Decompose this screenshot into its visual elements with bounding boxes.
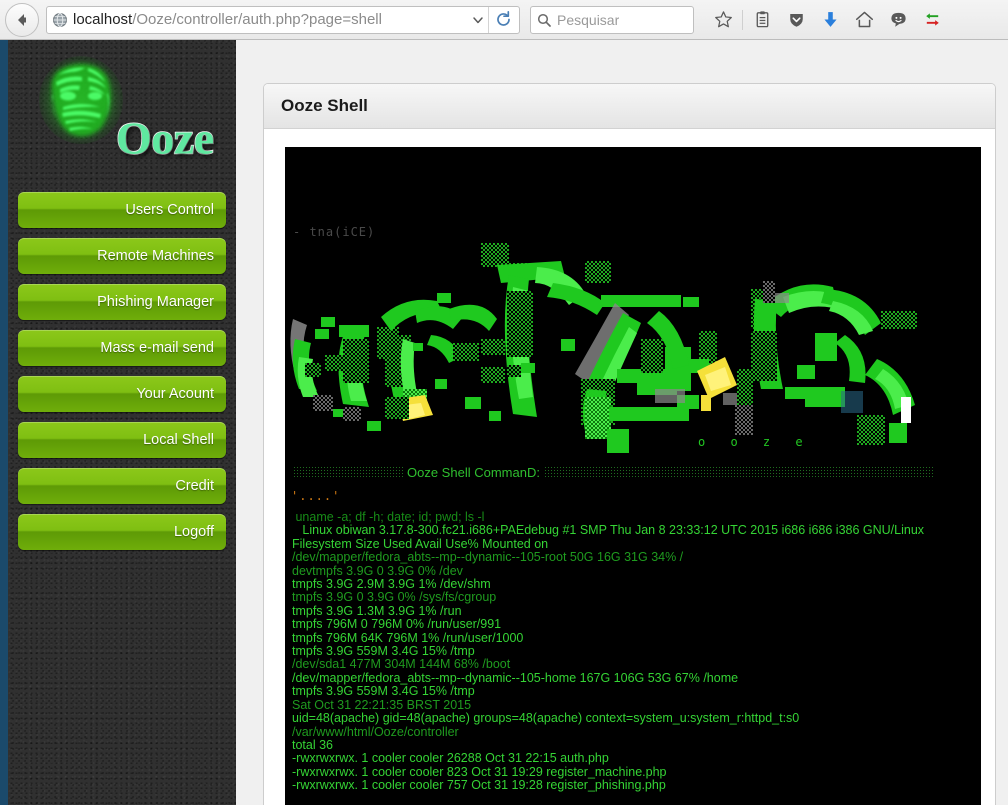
shield-glyph (787, 10, 806, 29)
home-glyph (855, 10, 874, 29)
download-arrow-glyph (821, 10, 840, 29)
shell-output-line: /dev/sda1 477M 304M 144M 68% /boot (292, 658, 977, 671)
ooze-shell-panel: Ooze Shell - tna(iCE) (263, 83, 996, 805)
main-content: Ooze Shell - tna(iCE) (236, 40, 1008, 805)
home-icon[interactable] (847, 3, 881, 37)
prompt-cursor-marker: '....' (291, 489, 340, 503)
shell-output-line: tmpfs 3.9G 559M 3.4G 15% /tmp (292, 645, 977, 658)
search-input-placeholder: Pesquisar (557, 12, 619, 28)
reading-list-icon[interactable] (745, 3, 779, 37)
shell-output-line: -rwxrwxrwx. 1 cooler cooler 26288 Oct 31… (292, 752, 977, 765)
chevron-down-icon (471, 13, 485, 27)
panel-body: - tna(iCE) (264, 129, 995, 805)
shell-output-line: Linux obiwan 3.17.8-300.fc21.i686+PAEdeb… (292, 524, 977, 537)
shell-command-prompt[interactable]: Ooze Shell CommanD: (293, 465, 933, 480)
shell-output-line: tmpfs 3.9G 559M 3.4G 15% /tmp (292, 685, 977, 698)
url-path: /Ooze/controller/auth.php?page=shell (132, 11, 382, 28)
downloads-icon[interactable] (813, 3, 847, 37)
back-button[interactable] (5, 3, 39, 37)
sidebar-logo: Ooze (8, 40, 236, 180)
shell-output-line: Filesystem Size Used Avail Use% Mounted … (292, 538, 977, 551)
sidebar-item-logoff[interactable]: Logoff (18, 514, 226, 550)
shell-output-line: tmpfs 796M 64K 796M 1% /run/user/1000 (292, 632, 977, 645)
address-bar-text: localhost/Ooze/controller/auth.php?page=… (73, 7, 467, 33)
speech-bubble-glyph (889, 10, 908, 29)
ansi-art-credit: - tna(iCE) (293, 225, 375, 239)
search-icon (537, 13, 551, 27)
shell-output-line: tmpfs 3.9G 2.9M 3.9G 1% /dev/shm (292, 578, 977, 591)
page-content: Ooze Users Control Remote Machines Phish… (0, 40, 1008, 805)
url-host: localhost (73, 11, 132, 28)
address-bar[interactable]: localhost/Ooze/controller/auth.php?page=… (46, 6, 520, 34)
browser-action-icons (706, 3, 949, 37)
chat-icon[interactable] (881, 3, 915, 37)
sidebar-item-mass-email-send[interactable]: Mass e-mail send (18, 330, 226, 366)
reload-button[interactable] (489, 7, 517, 33)
globe-icon (52, 12, 68, 28)
sidebar-menu: Users Control Remote Machines Phishing M… (8, 180, 236, 550)
shell-output-line: devtmpfs 3.9G 0 3.9G 0% /dev (292, 565, 977, 578)
shell-command-label: Ooze Shell CommanD: (403, 465, 544, 480)
shell-output-line: /var/www/html/Ooze/controller (292, 726, 977, 739)
toolbar-divider (742, 10, 743, 30)
panel-header: Ooze Shell (264, 84, 995, 129)
shield-icon[interactable] (779, 3, 813, 37)
ooze-skull-logo-icon (38, 55, 124, 145)
shell-output-line: total 36 (292, 739, 977, 752)
prompt-dots-left (293, 466, 403, 479)
browser-toolbar: localhost/Ooze/controller/auth.php?page=… (0, 0, 1008, 40)
shell-output-line: tmpfs 3.9G 1.3M 3.9G 1% /run (292, 605, 977, 618)
list-glyph (753, 10, 772, 29)
prompt-dots-right (544, 466, 933, 479)
bookmark-star-icon[interactable] (706, 3, 740, 37)
sidebar-item-local-shell[interactable]: Local Shell (18, 422, 226, 458)
two-arrows-glyph (923, 10, 942, 29)
shell-output-line: tmpfs 3.9G 0 3.9G 0% /sys/fs/cgroup (292, 591, 977, 604)
reload-icon (495, 11, 512, 28)
shell-output-line: /dev/mapper/fedora_abts--mp--dynamic--10… (292, 672, 977, 685)
search-bar[interactable]: Pesquisar (530, 6, 694, 34)
ansi-art-word: o o z e (698, 435, 812, 449)
shell-output-line: Sat Oct 31 22:21:35 BRST 2015 (292, 699, 977, 712)
sidebar-logo-text: Ooze (116, 112, 214, 165)
star-glyph (714, 10, 733, 29)
page-title: Ooze Shell (281, 96, 368, 116)
shell-output: uname -a; df -h; date; id; pwd; ls -l Li… (292, 511, 977, 793)
shell-output-line: tmpfs 796M 0 796M 0% /run/user/991 (292, 618, 977, 631)
sidebar-item-remote-machines[interactable]: Remote Machines (18, 238, 226, 274)
page-left-edge-strip (0, 40, 8, 805)
sync-icon[interactable] (915, 3, 949, 37)
shell-output-line: uname -a; df -h; date; id; pwd; ls -l (292, 511, 977, 524)
shell-output-line: -rwxrwxrwx. 1 cooler cooler 823 Oct 31 1… (292, 766, 977, 779)
sidebar: Ooze Users Control Remote Machines Phish… (8, 40, 236, 805)
back-arrow-icon (12, 10, 32, 30)
address-dropdown-button[interactable] (467, 7, 489, 33)
shell-output-line: uid=48(apache) gid=48(apache) groups=48(… (292, 712, 977, 725)
sidebar-item-phishing-manager[interactable]: Phishing Manager (18, 284, 226, 320)
sidebar-item-your-acount[interactable]: Your Acount (18, 376, 226, 412)
ooze-ansi-art-icon (285, 239, 981, 454)
sidebar-item-credit[interactable]: Credit (18, 468, 226, 504)
shell-output-line: /dev/mapper/fedora_abts--mp--dynamic--10… (292, 551, 977, 564)
sidebar-item-users-control[interactable]: Users Control (18, 192, 226, 228)
shell-output-line: -rwxrwxrwx. 1 cooler cooler 757 Oct 31 1… (292, 779, 977, 792)
shell-terminal[interactable]: - tna(iCE) (285, 147, 981, 805)
